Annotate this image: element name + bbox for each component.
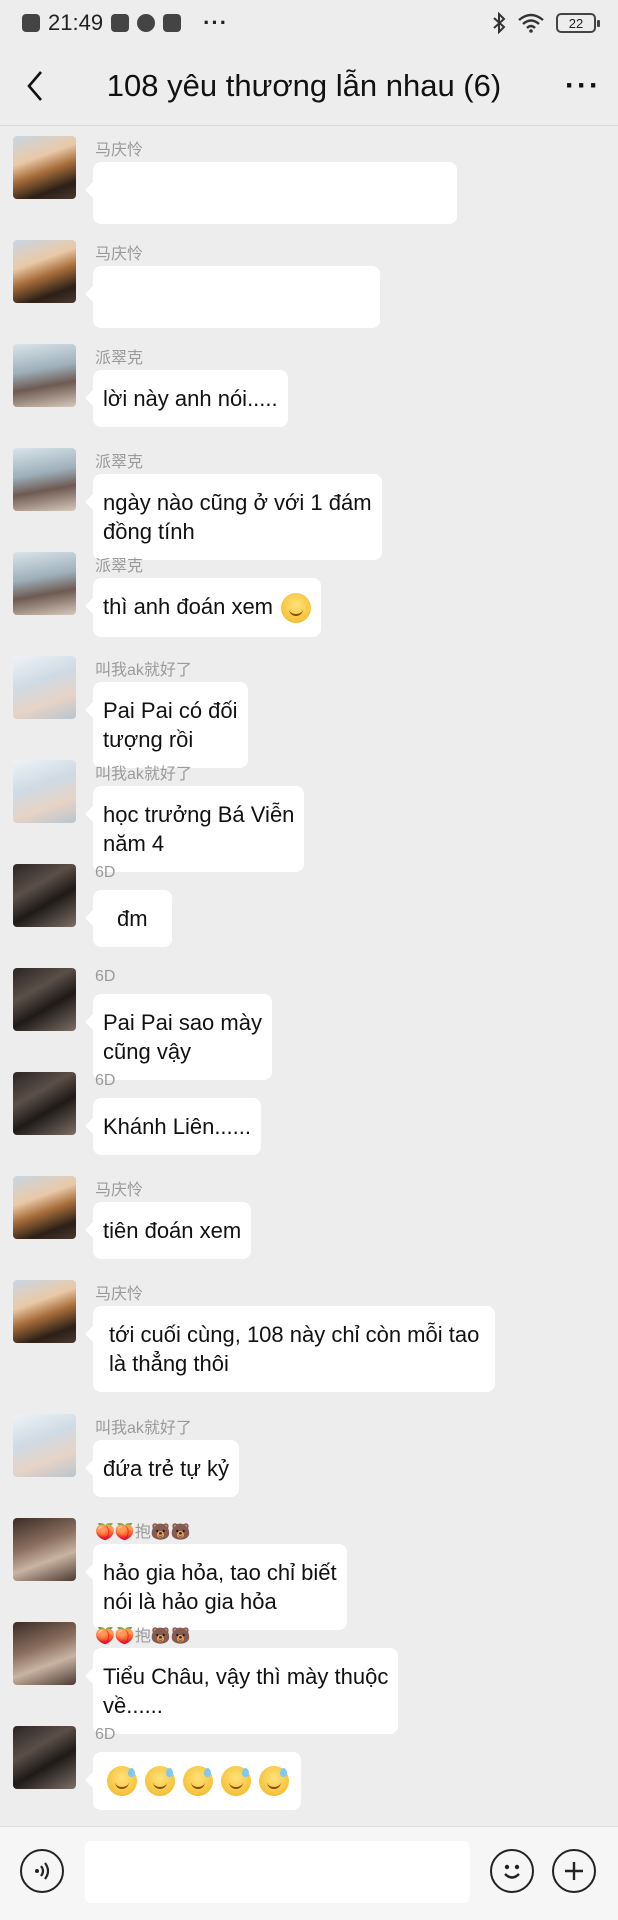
sender-name: 派翠克 [95, 454, 144, 471]
message-bubble[interactable]: Khánh Liên...... [85, 1098, 261, 1155]
avatar[interactable] [13, 1518, 76, 1581]
sender-name: 马庆怜 [95, 1182, 144, 1199]
message-text: đm [117, 906, 148, 931]
avatar[interactable] [13, 136, 76, 199]
message-bubble[interactable]: đm [85, 890, 172, 947]
sweat-smile-icon [259, 1766, 289, 1796]
message-bubble[interactable]: đứa trẻ tự kỷ [84, 1440, 240, 1497]
sender-name: 🍑🍑抱🐻🐻 [95, 1524, 191, 1541]
sweat-smile-icon [183, 1766, 213, 1796]
sender-name: 马庆怜 [95, 1286, 144, 1303]
avatar[interactable] [13, 240, 76, 303]
message-bubble[interactable]: tiên đoán xem [84, 1202, 252, 1259]
message-bubble[interactable]: tới cuối cùng, 108 này chỉ còn mỗi tao l… [84, 1306, 496, 1392]
bluetooth-icon [493, 12, 506, 34]
battery-level: 22 [568, 15, 584, 31]
avatar[interactable] [13, 968, 76, 1031]
more-functions-button[interactable] [552, 1849, 596, 1893]
smiling-face-icon [281, 593, 312, 624]
message-text: tiên đoán xem [103, 1218, 242, 1243]
message-bubble[interactable]: thì anh đoán xem [84, 578, 322, 638]
message-text: Khánh Liên...... [103, 1114, 251, 1139]
sweat-smile-icon [145, 1766, 175, 1796]
chat-title: 108 yêu thương lẫn nhau (6) [106, 67, 502, 103]
message-bubble[interactable]: lời này anh nói..... [85, 370, 288, 427]
voice-button[interactable] [20, 1849, 64, 1893]
message-list[interactable]: 马庆怜 马庆怜 派翠克 lời này anh nói..... 派翠克 ngà… [0, 126, 618, 1826]
message-text: lời này anh nói..... [103, 386, 278, 411]
message-bubble[interactable] [85, 162, 457, 224]
sender-name: 🍑🍑抱🐻🐻 [95, 1628, 191, 1645]
emoji-icon [504, 1864, 520, 1879]
avatar[interactable] [13, 448, 76, 511]
sender-name: 派翠克 [95, 350, 144, 367]
voice-icon [35, 1862, 50, 1880]
message-bubble[interactable]: ngày nào cũng ở với 1 đám đồng tính [85, 474, 382, 560]
message-bubble[interactable]: Pai Pai có đối tượng rồi [85, 682, 248, 768]
avatar[interactable] [13, 1280, 76, 1343]
avatar[interactable] [13, 1726, 76, 1789]
message-text: tới cuối cùng, 108 này chỉ còn mỗi tao l… [109, 1322, 480, 1376]
sender-name: 6D [95, 1726, 116, 1743]
avatar[interactable] [13, 1414, 76, 1477]
avatar[interactable] [13, 656, 76, 719]
more-options-button[interactable]: ··· [548, 69, 618, 103]
sweat-smile-icon [221, 1766, 251, 1796]
message-text: Tiểu Châu, vậy thì mày thuộc về...... [103, 1664, 389, 1718]
status-more-dots: ··· [203, 10, 229, 35]
mail-notification-icon [163, 14, 182, 32]
emoji-row [105, 1766, 289, 1796]
battery-icon: 22 [556, 13, 600, 33]
avatar[interactable] [13, 552, 76, 615]
message-bubble[interactable]: hảo gia hỏa, tao chỉ biết nói là hảo gia… [85, 1544, 347, 1630]
notification-x-icon [22, 14, 40, 32]
sender-name: 马庆怜 [95, 246, 144, 263]
sweat-smile-icon [107, 1766, 137, 1796]
message-text: hảo gia hỏa, tao chỉ biết nói là hảo gia… [103, 1560, 337, 1614]
message-text: ngày nào cũng ở với 1 đám đồng tính [103, 490, 372, 544]
message-bubble[interactable]: Pai Pai sao mày cũng vậy [85, 994, 272, 1080]
sender-name: 叫我ak就好了 [95, 1420, 192, 1437]
back-button[interactable] [0, 46, 70, 126]
message-bubble[interactable] [85, 1752, 301, 1810]
plus-icon [565, 1862, 583, 1880]
status-time: 21:49 [48, 10, 104, 35]
message-text: Pai Pai sao mày cũng vậy [103, 1010, 262, 1064]
sender-name: 6D [95, 1072, 116, 1089]
sender-name: 叫我ak就好了 [95, 766, 192, 783]
avatar[interactable] [13, 344, 76, 407]
app-notification-icon [111, 14, 130, 32]
emoji-button[interactable] [490, 1849, 534, 1893]
message-bubble[interactable]: học trưởng Bá Viễn năm 4 [84, 786, 305, 872]
wifi-icon [518, 13, 544, 33]
message-input[interactable] [85, 1841, 470, 1903]
avatar[interactable] [13, 1176, 76, 1239]
sender-name: 6D [95, 968, 116, 985]
message-text: Pai Pai có đối tượng rồi [103, 698, 238, 752]
sender-name: 叫我ak就好了 [95, 662, 192, 679]
status-bar: 21:49 ··· 22 [0, 0, 618, 46]
avatar[interactable] [13, 760, 76, 823]
input-bar [0, 1826, 618, 1920]
back-chevron-icon [27, 70, 42, 101]
message-text: thì anh đoán xem [103, 594, 274, 619]
avatar[interactable] [13, 864, 76, 927]
message-text: học trưởng Bá Viễn năm 4 [103, 802, 295, 856]
message-text: đứa trẻ tự kỷ [103, 1456, 230, 1481]
avatar[interactable] [13, 1622, 76, 1685]
message-bubble[interactable] [85, 266, 380, 328]
sender-name: 6D [95, 864, 116, 881]
message-notification-icon [137, 14, 156, 32]
avatar[interactable] [13, 1072, 76, 1135]
sender-name: 马庆怜 [95, 142, 144, 159]
sender-name: 派翠克 [95, 558, 144, 575]
message-bubble[interactable]: Tiểu Châu, vậy thì mày thuộc về...... [84, 1648, 399, 1734]
chat-header: 108 yêu thương lẫn nhau (6) ··· [0, 46, 618, 126]
